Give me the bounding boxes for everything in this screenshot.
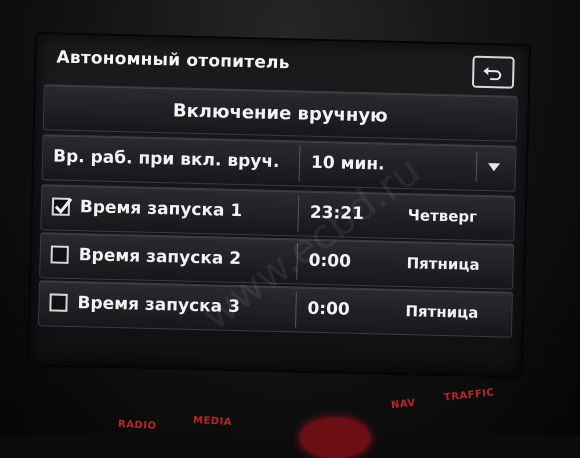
back-arrow-icon bbox=[483, 67, 502, 81]
start-time-3-time[interactable]: 0:00 bbox=[307, 299, 350, 320]
divider bbox=[297, 195, 300, 232]
title-bar: Автономный отопитель bbox=[44, 40, 521, 90]
infotainment-screen: Автономный отопитель Включение вручную В… bbox=[29, 34, 529, 376]
triangle-down-icon bbox=[488, 163, 501, 172]
start-time-2-day[interactable]: Пятница bbox=[406, 254, 479, 274]
radio-hardware-button[interactable]: RADIO bbox=[118, 419, 157, 432]
checkmark-icon bbox=[54, 197, 73, 214]
divider bbox=[296, 243, 299, 280]
runtime-value[interactable]: 10 мин. bbox=[311, 153, 385, 175]
start-time-1-day[interactable]: Четверг bbox=[408, 206, 478, 226]
manual-start-button[interactable]: Включение вручную bbox=[42, 84, 518, 142]
volume-knob[interactable] bbox=[300, 418, 370, 458]
start-time-2-time[interactable]: 0:00 bbox=[308, 251, 351, 272]
page-title: Автономный отопитель bbox=[56, 47, 290, 74]
start-time-3-day[interactable]: Пятница bbox=[405, 302, 478, 322]
start-time-2-checkbox[interactable] bbox=[50, 245, 69, 264]
back-button[interactable] bbox=[471, 55, 515, 89]
divider bbox=[295, 291, 297, 328]
start-time-3-label: Время запуска 3 bbox=[77, 293, 241, 318]
divider bbox=[298, 145, 301, 182]
start-time-2-label: Время запуска 2 bbox=[78, 245, 242, 270]
manual-start-label: Включение вручную bbox=[172, 99, 388, 127]
start-time-3-checkbox[interactable] bbox=[49, 293, 68, 312]
runtime-row[interactable]: Вр. раб. при вкл. вруч. 10 мин. bbox=[41, 134, 517, 192]
start-time-1-checkbox[interactable] bbox=[51, 197, 73, 216]
runtime-label: Вр. раб. при вкл. вруч. bbox=[52, 146, 280, 172]
start-time-1-time[interactable]: 23:21 bbox=[310, 203, 365, 224]
runtime-dropdown-button[interactable] bbox=[475, 151, 512, 183]
start-time-1-label: Время запуска 1 bbox=[79, 197, 243, 222]
media-hardware-button[interactable]: MEDIA bbox=[193, 415, 233, 428]
start-time-row-3[interactable]: Время запуска 3 0:00 Пятница bbox=[37, 280, 513, 338]
